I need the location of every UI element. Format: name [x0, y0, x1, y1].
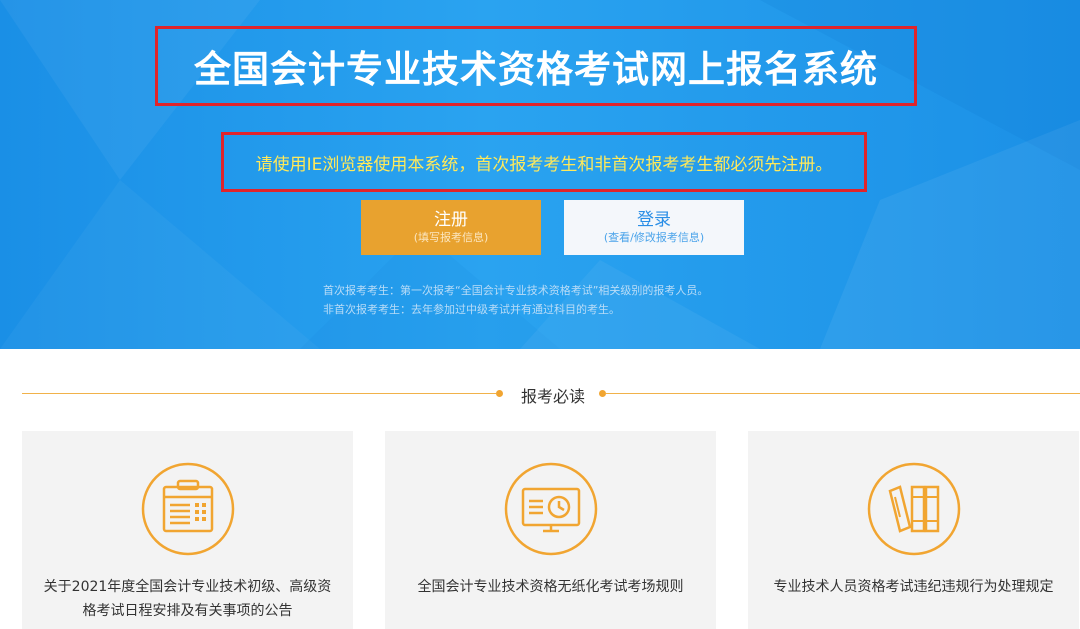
login-button[interactable]: 登录 (查看/修改报考信息) — [564, 200, 744, 255]
notice-highlight: 请使用IE浏览器使用本系统，首次报考考生和非首次报考考生都必须先注册。 — [221, 132, 867, 192]
books-icon — [867, 462, 961, 556]
divider-line-left — [22, 393, 496, 394]
guide-card-text: 关于2021年度全国会计专业技术初级、高级资格考试日程安排及有关事项的公告 — [43, 579, 332, 619]
computer-clock-icon — [504, 462, 598, 556]
system-title: 全国会计专业技术资格考试网上报名系统 — [194, 48, 878, 91]
divider-dot-left — [496, 390, 503, 397]
hint-first-time: 首次报考考生：第一次报考“全国会计专业技术资格考试”相关级别的报考人员。 — [323, 284, 709, 297]
guide-card[interactable]: 专业技术人员资格考试违纪违规行为处理规定 — [748, 431, 1079, 629]
hero-banner: 全国会计专业技术资格考试网上报名系统 请使用IE浏览器使用本系统，首次报考考生和… — [0, 0, 1080, 349]
hint-returning: 非首次报考考生：去年参加过中级考试并有通过科目的考生。 — [323, 303, 620, 316]
divider-line-right — [606, 393, 1080, 394]
login-sublabel: (查看/修改报考信息) — [603, 231, 705, 244]
register-button[interactable]: 注册 (填写报考信息) — [361, 200, 541, 255]
guide-card[interactable]: 关于2021年度全国会计专业技术初级、高级资格考试日程安排及有关事项的公告 — [22, 431, 353, 629]
register-sublabel: (填写报考信息) — [413, 231, 489, 244]
calendar-document-icon — [141, 462, 235, 556]
login-label: 登录 — [637, 210, 671, 230]
section-title: 报考必读 — [520, 387, 585, 406]
register-label: 注册 — [434, 210, 468, 230]
browser-notice: 请使用IE浏览器使用本系统，首次报考考生和非首次报考考生都必须先注册。 — [255, 154, 833, 175]
system-title-highlight: 全国会计专业技术资格考试网上报名系统 — [155, 26, 917, 106]
divider-dot-right — [599, 390, 606, 397]
guide-card[interactable]: 全国会计专业技术资格无纸化考试考场规则 — [385, 431, 716, 629]
guide-card-text: 全国会计专业技术资格无纸化考试考场规则 — [417, 579, 684, 595]
guide-card-text: 专业技术人员资格考试违纪违规行为处理规定 — [773, 579, 1054, 595]
